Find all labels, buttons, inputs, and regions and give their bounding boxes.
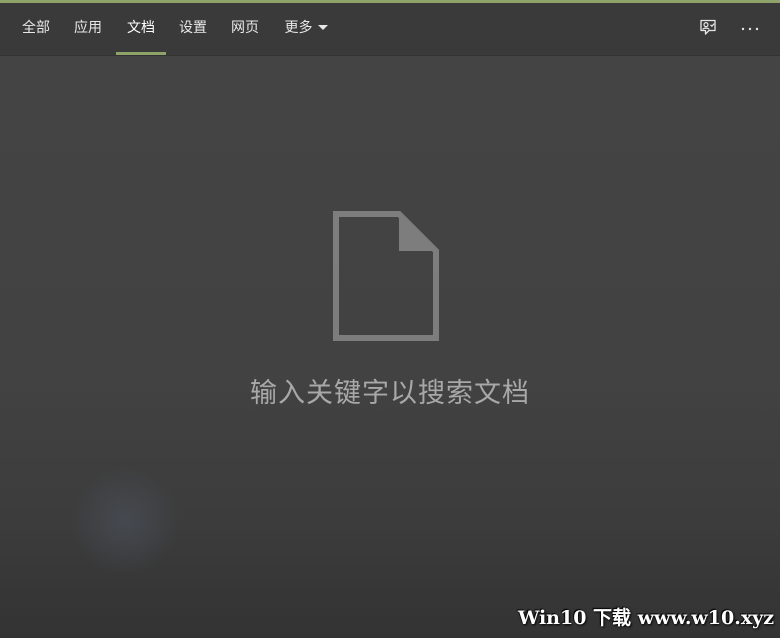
tab-apps[interactable]: 应用 (66, 3, 110, 55)
tab-documents[interactable]: 文档 (116, 3, 166, 55)
search-tab-bar: 全部 应用 文档 设置 网页 更多 (0, 3, 780, 56)
empty-state-message: 输入关键字以搜索文档 (250, 378, 530, 409)
tab-all-label: 全部 (22, 20, 50, 36)
background-glow (70, 466, 180, 576)
tab-web[interactable]: 网页 (223, 3, 267, 55)
tab-more[interactable]: 更多 (276, 3, 336, 55)
feedback-button[interactable] (696, 16, 720, 40)
feedback-icon (700, 19, 716, 35)
tab-more-label: 更多 (284, 20, 313, 36)
more-options-icon (741, 27, 759, 31)
tab-documents-label: 文档 (127, 20, 155, 36)
results-area: 输入关键字以搜索文档 Win10 下载 www.w10.xyz (0, 56, 780, 638)
watermark-text: Win10 下载 www.w10.xyz (517, 607, 774, 629)
document-icon (333, 211, 439, 341)
tab-web-label: 网页 (231, 20, 259, 36)
tab-apps-label: 应用 (74, 20, 102, 36)
chevron-down-icon (317, 24, 328, 30)
tab-settings[interactable]: 设置 (171, 3, 215, 55)
active-tab-indicator (116, 52, 166, 55)
more-options-button[interactable] (738, 16, 762, 40)
tab-all[interactable]: 全部 (14, 3, 58, 55)
tab-settings-label: 设置 (179, 20, 207, 36)
